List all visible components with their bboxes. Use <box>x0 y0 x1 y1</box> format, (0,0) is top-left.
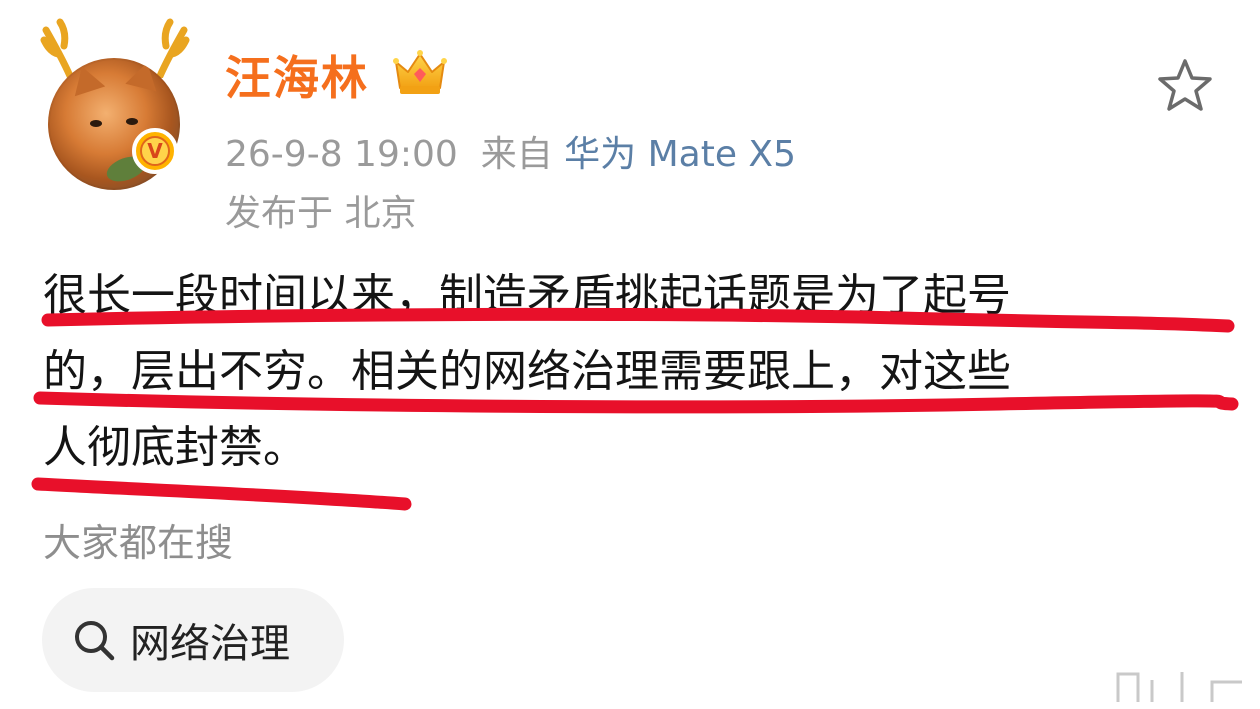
username[interactable]: 汪海林 <box>225 42 369 108</box>
post-device-link[interactable]: 华为 Mate X5 <box>564 134 796 175</box>
star-outline-icon[interactable] <box>1155 56 1215 116</box>
verified-badge-icon: V <box>132 128 178 174</box>
trending-chip[interactable]: 网络治理 <box>42 588 344 692</box>
crown-icon <box>393 50 447 94</box>
post-time: 26-9-8 19:00 <box>225 134 458 175</box>
trending-label: 大家都在搜 <box>43 521 234 565</box>
post-body: 很长一段时间以来，制造矛盾挑起话题是为了起号 的，层出不穷。相关的网络治理需要跟… <box>43 258 1223 486</box>
search-icon <box>75 621 115 661</box>
underline-3 <box>31 477 412 511</box>
post-body-line: 很长一段时间以来，制造矛盾挑起话题是为了起号 <box>43 270 1011 321</box>
post-location: 发布于 北京 <box>225 193 417 234</box>
post-body-line: 人彻底封禁。 <box>43 422 307 473</box>
trending-chip-label: 网络治理 <box>130 621 290 667</box>
post-meta: 26-9-8 19:00 来自 华为 Mate X5 <box>225 125 796 177</box>
post-source-label: 来自 <box>480 134 553 175</box>
scroll-indicator-icon <box>1116 672 1242 702</box>
post-body-line: 的，层出不穷。相关的网络治理需要跟上，对这些 <box>43 346 1011 397</box>
